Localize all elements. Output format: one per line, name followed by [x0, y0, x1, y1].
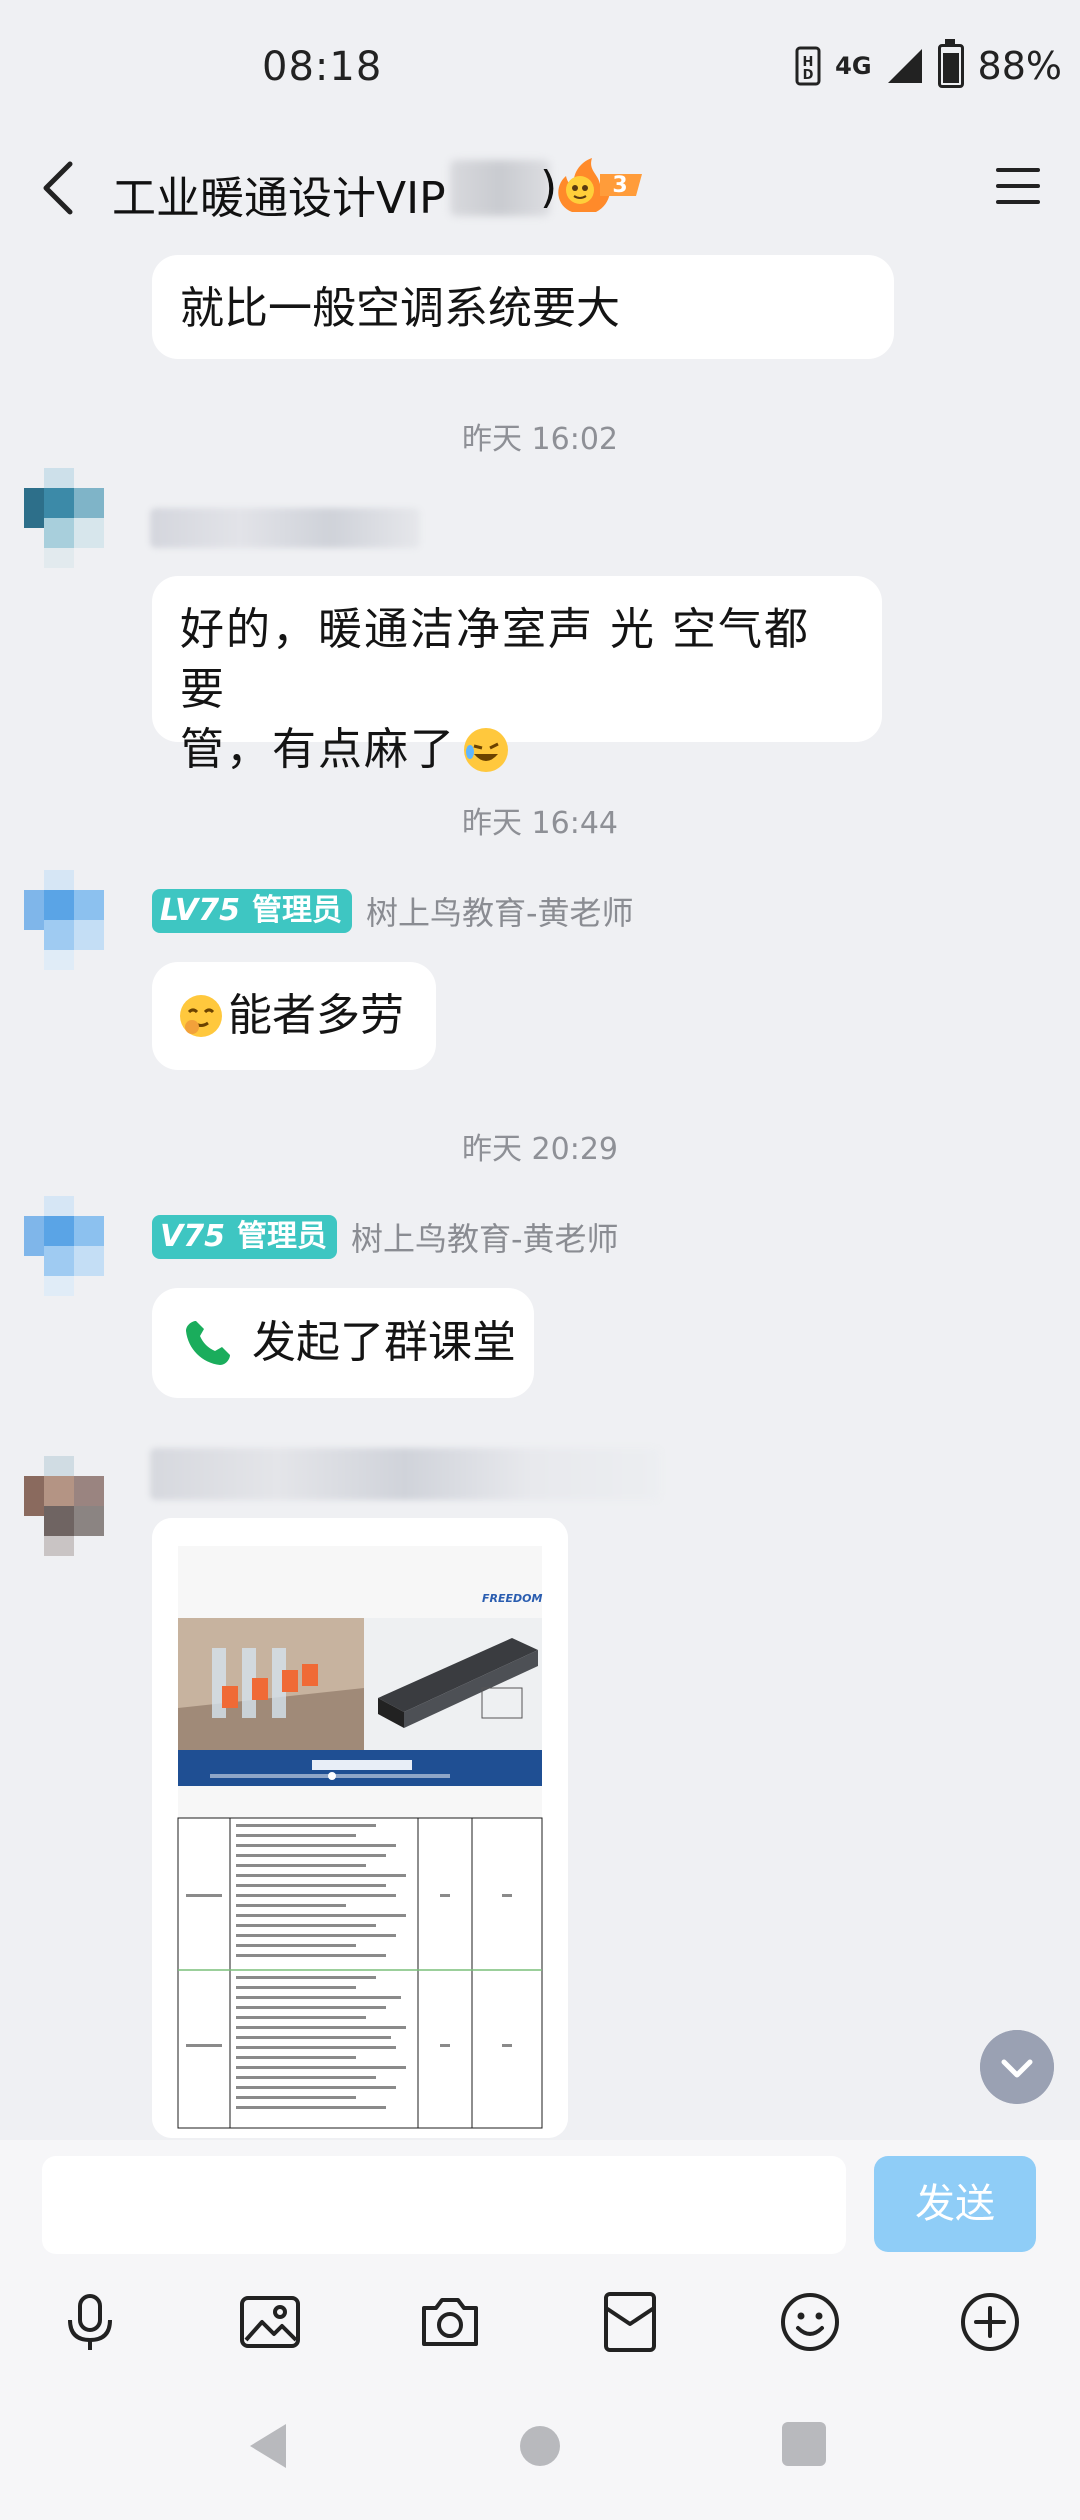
- phone-icon: [186, 1321, 230, 1365]
- scroll-to-bottom-icon[interactable]: [980, 2030, 1054, 2104]
- role-name: 管理员: [232, 1215, 337, 1259]
- avatar[interactable]: [24, 468, 124, 568]
- send-button[interactable]: 发送: [874, 2156, 1036, 2252]
- role-name: 管理员: [247, 889, 352, 933]
- message-input[interactable]: [42, 2156, 846, 2254]
- microphone-icon[interactable]: [58, 2290, 122, 2354]
- sender-name-redacted: [150, 508, 420, 548]
- back-arrow-icon[interactable]: [38, 158, 82, 218]
- timestamp: 昨天 16:44: [462, 806, 618, 841]
- shared-screenshot-image: FREEDOM: [152, 1518, 568, 2138]
- timestamp: 昨天 16:02: [462, 422, 618, 457]
- fire-count: 3: [612, 173, 627, 198]
- svg-text:D: D: [803, 68, 814, 83]
- red-packet-icon[interactable]: [598, 2290, 662, 2354]
- laughing-tears-emoji-icon: [464, 728, 508, 772]
- role-badge: V75 管理员: [152, 1215, 337, 1259]
- title-redaction: [450, 160, 550, 216]
- brand-caption: FREEDOM: [482, 1592, 542, 1605]
- role-level: LV75: [152, 889, 248, 933]
- message-text: 发起了群课堂: [252, 1317, 516, 1368]
- message-bubble[interactable]: 就比一般空调系统要大: [152, 255, 894, 359]
- emoji-icon[interactable]: [778, 2290, 842, 2354]
- sender-row: V75 管理员 树上鸟教育-黄老师: [152, 1214, 619, 1260]
- status-time: 08:18: [262, 44, 383, 90]
- fire-badge-icon[interactable]: 3: [552, 156, 644, 214]
- role-level: V75: [152, 1215, 233, 1259]
- signal-icon: [887, 49, 922, 83]
- camera-icon[interactable]: [418, 2290, 482, 2354]
- message-text-line2: 管，有点麻了: [180, 724, 456, 775]
- battery-icon: [937, 39, 964, 88]
- image-message[interactable]: FREEDOM: [152, 1518, 568, 2138]
- shy-smile-emoji-icon: [180, 995, 222, 1037]
- message-bubble[interactable]: 能者多劳: [152, 962, 436, 1070]
- avatar[interactable]: [24, 870, 124, 970]
- plus-icon[interactable]: [958, 2290, 1022, 2354]
- group-title: 工业暖通设计VIP: [112, 162, 446, 226]
- nav-back-icon[interactable]: [246, 2420, 290, 2472]
- group-class-call-bubble[interactable]: 发起了群课堂: [152, 1288, 534, 1398]
- message-text-line1: 好的，暖通洁净室声 光 空气都要: [180, 604, 810, 715]
- sender-name[interactable]: 树上鸟教育-黄老师: [351, 1214, 619, 1260]
- sender-name-redacted: [150, 1448, 660, 1500]
- timestamp: 昨天 20:29: [462, 1132, 618, 1167]
- nav-recents-icon[interactable]: [782, 2422, 826, 2466]
- message-bubble[interactable]: 好的，暖通洁净室声 光 空气都要 管，有点麻了: [152, 576, 882, 775]
- menu-icon[interactable]: [994, 164, 1042, 208]
- message-text: 就比一般空调系统要大: [180, 283, 620, 334]
- sim-icon: H D: [795, 46, 821, 86]
- network-type: 4G: [835, 52, 872, 80]
- status-icons: H D 4G 88%: [795, 39, 1062, 88]
- group-title-text: 工业暖通设计VIP: [112, 173, 446, 224]
- avatar[interactable]: [24, 1456, 124, 1556]
- battery-percent: 88%: [977, 44, 1062, 88]
- avatar[interactable]: [24, 1196, 124, 1296]
- role-badge: LV75 管理员: [152, 889, 352, 933]
- message-text: 能者多劳: [228, 990, 404, 1041]
- sender-name[interactable]: 树上鸟教育-黄老师: [366, 888, 634, 934]
- nav-home-icon[interactable]: [520, 2426, 560, 2466]
- image-icon[interactable]: [238, 2290, 302, 2354]
- sender-row: LV75 管理员 树上鸟教育-黄老师: [152, 888, 634, 934]
